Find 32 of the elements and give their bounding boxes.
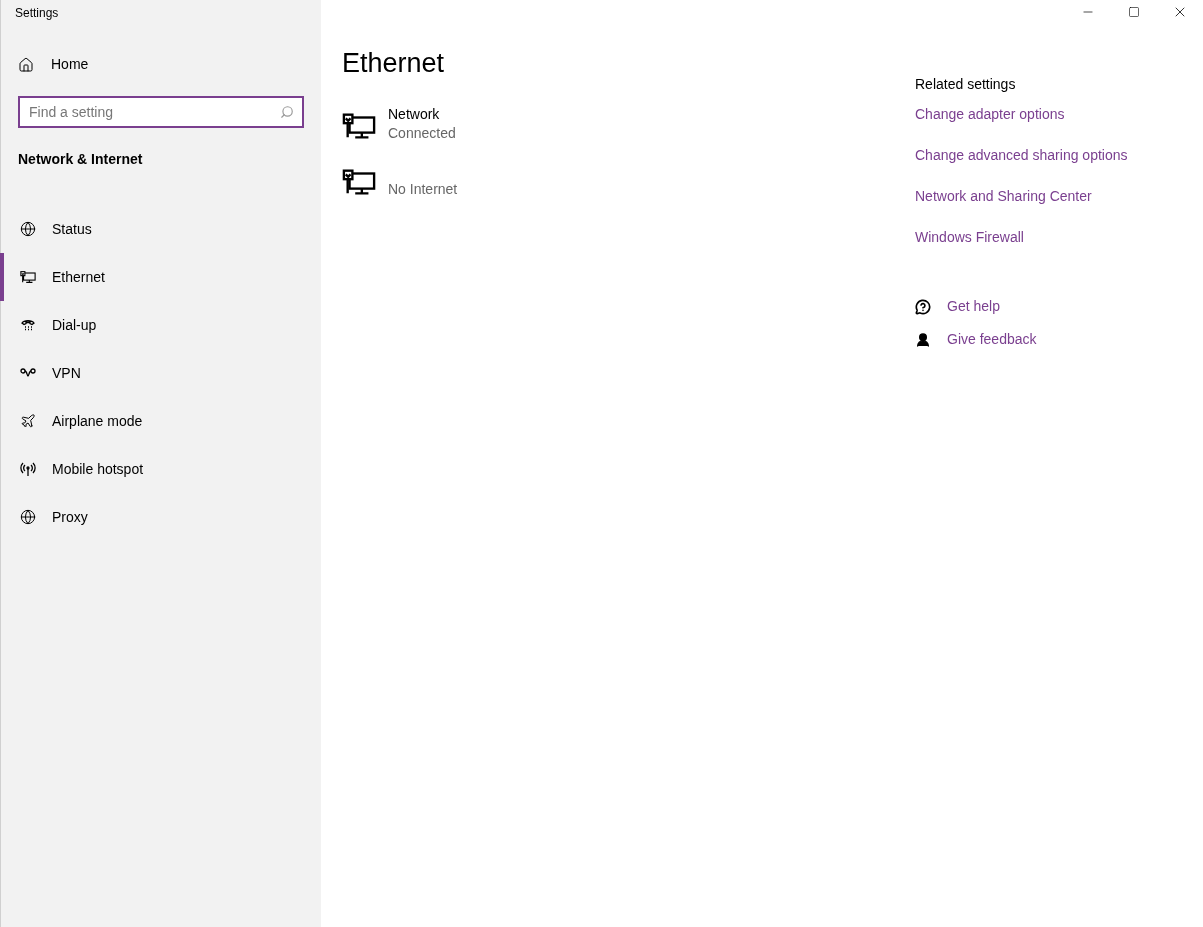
phone-icon [20,317,36,333]
home-link[interactable]: Home [18,54,89,75]
nav-item[interactable]: Mobile hotspot [0,445,321,493]
related-heading: Related settings [915,75,1016,94]
nav-item[interactable]: Ethernet [0,253,321,301]
airplane-icon [20,413,36,429]
home-icon [18,56,34,73]
antenna-icon [20,461,36,477]
page-title: Ethernet [342,50,445,77]
window-title: Settings [15,5,59,22]
settings-link[interactable]: Network and Sharing Center [915,186,1092,207]
ethernet-icon [20,269,36,285]
settings-link[interactable]: Windows Firewall [915,227,1024,248]
settings-link[interactable]: Change advanced sharing options [915,145,1128,166]
search-field[interactable]: Find a setting [18,96,304,128]
nav-item[interactable]: Proxy [0,493,321,541]
category-heading: Network & Internet [18,150,143,169]
maximize-icon [1128,6,1140,18]
nav-item[interactable]: Dial-up [0,301,321,349]
globe-icon [20,221,36,237]
help-icon [915,298,931,315]
globe-icon [20,509,36,525]
search-icon [280,105,294,119]
settings-link[interactable]: Change adapter options [915,104,1065,125]
network-item[interactable]: Network Connected [342,105,456,143]
nav-item[interactable]: Status [0,205,321,253]
network-item[interactable]: No Internet [342,161,458,199]
feedback-icon [915,331,931,348]
help-link[interactable]: Get help [915,296,1000,317]
nav-item[interactable]: VPN [0,349,321,397]
nav-item[interactable]: Airplane mode [0,397,321,445]
help-link[interactable]: Give feedback [915,329,1037,350]
